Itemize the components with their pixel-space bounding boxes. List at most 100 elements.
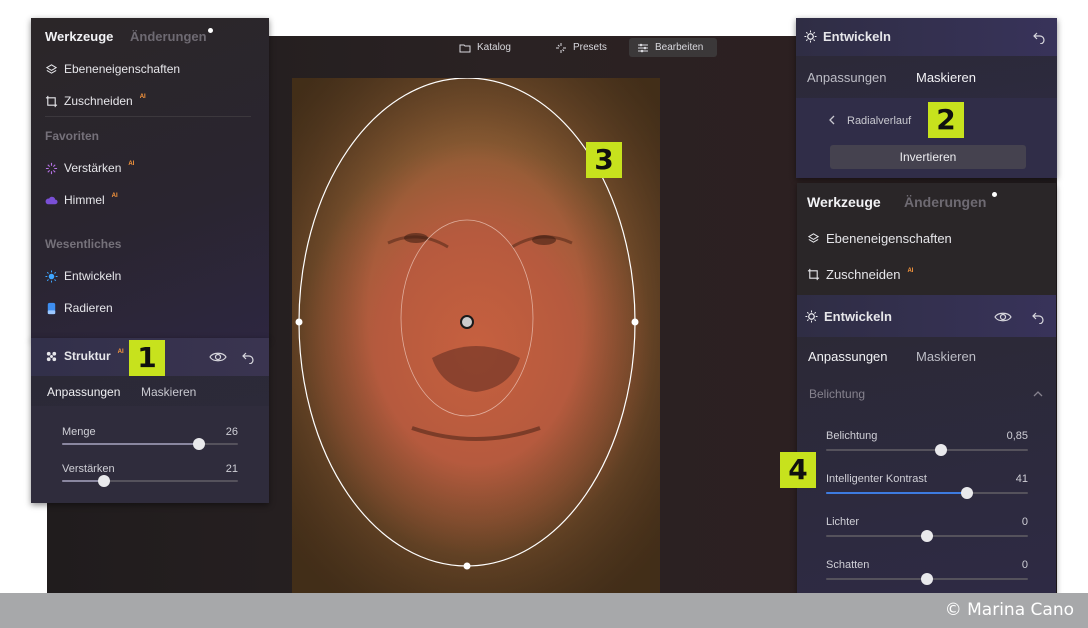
slider-value: 26: [225, 426, 238, 438]
ai-badge: AI: [139, 94, 146, 100]
slider-track[interactable]: [62, 475, 238, 487]
zuschneiden-item[interactable]: Zuschneiden AI: [45, 94, 146, 108]
right-tab-anpassungen[interactable]: Anpassungen: [808, 349, 888, 364]
slider-label: Belichtung: [826, 430, 878, 442]
undo-icon[interactable]: [1031, 310, 1045, 324]
slider-fill: [826, 492, 968, 494]
sparkle-icon: [556, 42, 566, 53]
layers-icon: [45, 63, 58, 74]
radial-handle-bottom[interactable]: [463, 562, 471, 570]
bearbeiten-button[interactable]: Bearbeiten: [629, 38, 717, 57]
verstaerken-label: Verstärken: [64, 161, 122, 175]
himmel-label: Himmel: [64, 193, 105, 207]
invertieren-button[interactable]: Invertieren: [830, 145, 1026, 169]
right-zuschneiden-item[interactable]: Zuschneiden AI: [807, 267, 913, 282]
slider-value: 0,85: [1006, 430, 1028, 442]
section-favoriten: Favoriten: [45, 129, 100, 143]
develop-title[interactable]: Entwickeln: [804, 29, 891, 44]
left-tools-panel: Werkzeuge Änderungen Ebeneneigenschaften…: [31, 18, 269, 340]
slider-fill: [62, 443, 200, 445]
right-ebeneneigenschaften-item[interactable]: Ebeneneigenschaften: [807, 231, 952, 246]
badge-2: 2: [928, 102, 964, 138]
struktur-title[interactable]: Struktur AI: [45, 349, 124, 363]
slider-track[interactable]: [826, 444, 1028, 456]
right-develop-title[interactable]: Entwickeln: [805, 309, 892, 324]
radial-center-handle[interactable]: [460, 315, 474, 329]
ebeneneigenschaften-label: Ebeneneigenschaften: [64, 62, 181, 76]
top-tab-anpassungen[interactable]: Anpassungen: [807, 70, 887, 85]
right-tab-maskieren[interactable]: Maskieren: [916, 349, 976, 364]
sun-icon: [45, 269, 58, 283]
slider-knob[interactable]: [961, 487, 974, 499]
slider-label: Lichter: [826, 516, 860, 528]
slider-knob[interactable]: [935, 444, 948, 456]
badge-3: 3: [586, 142, 622, 178]
right-tab-aenderungen[interactable]: Änderungen: [904, 194, 986, 210]
layers-icon: [807, 233, 820, 243]
ai-badge: AI: [117, 349, 124, 355]
ai-badge: AI: [907, 267, 914, 274]
slider-value: 21: [225, 463, 238, 475]
slider-knob[interactable]: [921, 530, 933, 542]
katalog-label: Katalog: [477, 42, 511, 53]
slider-track[interactable]: [62, 438, 238, 450]
belichtung-section-header[interactable]: Belichtung: [809, 387, 865, 401]
slider-knob[interactable]: [921, 573, 933, 585]
top-tab-maskieren[interactable]: Maskieren: [916, 70, 976, 85]
struktur-tab-maskieren[interactable]: Maskieren: [141, 385, 196, 399]
ebeneneigenschaften-item[interactable]: Ebeneneigenschaften: [45, 62, 180, 76]
radial-handle-left[interactable]: [295, 318, 303, 326]
slider-track[interactable]: [826, 487, 1028, 499]
eraser-icon: [47, 302, 56, 314]
undo-icon[interactable]: [241, 350, 255, 364]
crop-icon: [45, 95, 58, 107]
slider-label: Menge: [62, 426, 96, 438]
slider-label: Schatten: [826, 559, 870, 571]
top-right-develop-panel: Entwickeln Anpassungen Maskieren Radialv…: [796, 18, 1057, 178]
slider-label: Verstärken: [62, 463, 115, 475]
radieren-item[interactable]: Radieren: [45, 301, 113, 315]
sun-icon: [804, 30, 817, 43]
zuschneiden-label: Zuschneiden: [64, 94, 133, 108]
tab-werkzeuge[interactable]: Werkzeuge: [45, 29, 113, 44]
slider-track[interactable]: [826, 530, 1028, 542]
sliders-icon: [638, 43, 648, 52]
struktur-tab-anpassungen[interactable]: Anpassungen: [47, 385, 120, 399]
slider-value: 0: [1021, 516, 1028, 528]
ai-badge: AI: [111, 193, 118, 199]
verstaerken-item[interactable]: Verstärken AI: [45, 161, 134, 175]
chevron-left-icon[interactable]: [828, 115, 836, 125]
folder-icon: [459, 44, 471, 52]
right-zuschneiden-label: Zuschneiden: [826, 267, 901, 282]
badge-4: 4: [780, 452, 816, 488]
himmel-item[interactable]: Himmel AI: [45, 193, 118, 207]
tab-aenderungen[interactable]: Änderungen: [130, 29, 207, 44]
right-tools-panel: Werkzeuge Änderungen Ebeneneigenschaften…: [797, 183, 1056, 609]
slider-track[interactable]: [826, 573, 1028, 585]
undo-icon[interactable]: [1032, 30, 1046, 44]
right-tab-werkzeuge[interactable]: Werkzeuge: [807, 194, 881, 210]
radial-handle-right[interactable]: [631, 318, 639, 326]
divider: [45, 116, 251, 117]
slider-label: Intelligenter Kontrast: [826, 473, 927, 485]
right-develop-section: Entwickeln Anpassungen Maskieren Belicht…: [797, 295, 1056, 609]
cloud-icon: [45, 196, 58, 204]
crop-icon: [807, 268, 820, 281]
entwickeln-item[interactable]: Entwickeln: [45, 269, 121, 283]
struktur-slider-area: [31, 406, 269, 503]
presets-button[interactable]: Presets: [547, 38, 615, 57]
entwickeln-label: Entwickeln: [64, 269, 122, 283]
radieren-label: Radieren: [64, 301, 113, 315]
structure-icon: [46, 351, 57, 361]
presets-label: Presets: [573, 42, 607, 53]
chevron-up-icon[interactable]: [1033, 390, 1043, 398]
eye-icon[interactable]: [209, 350, 227, 364]
eye-icon[interactable]: [993, 310, 1013, 324]
changes-indicator-dot: [992, 192, 997, 197]
katalog-button[interactable]: Katalog: [451, 38, 519, 57]
right-develop-title-label: Entwickeln: [824, 309, 892, 324]
sparkle-icon: [45, 162, 58, 174]
radialverlauf-label[interactable]: Radialverlauf: [847, 115, 911, 127]
slider-value: 0: [1021, 559, 1028, 571]
ai-badge: AI: [128, 161, 135, 167]
